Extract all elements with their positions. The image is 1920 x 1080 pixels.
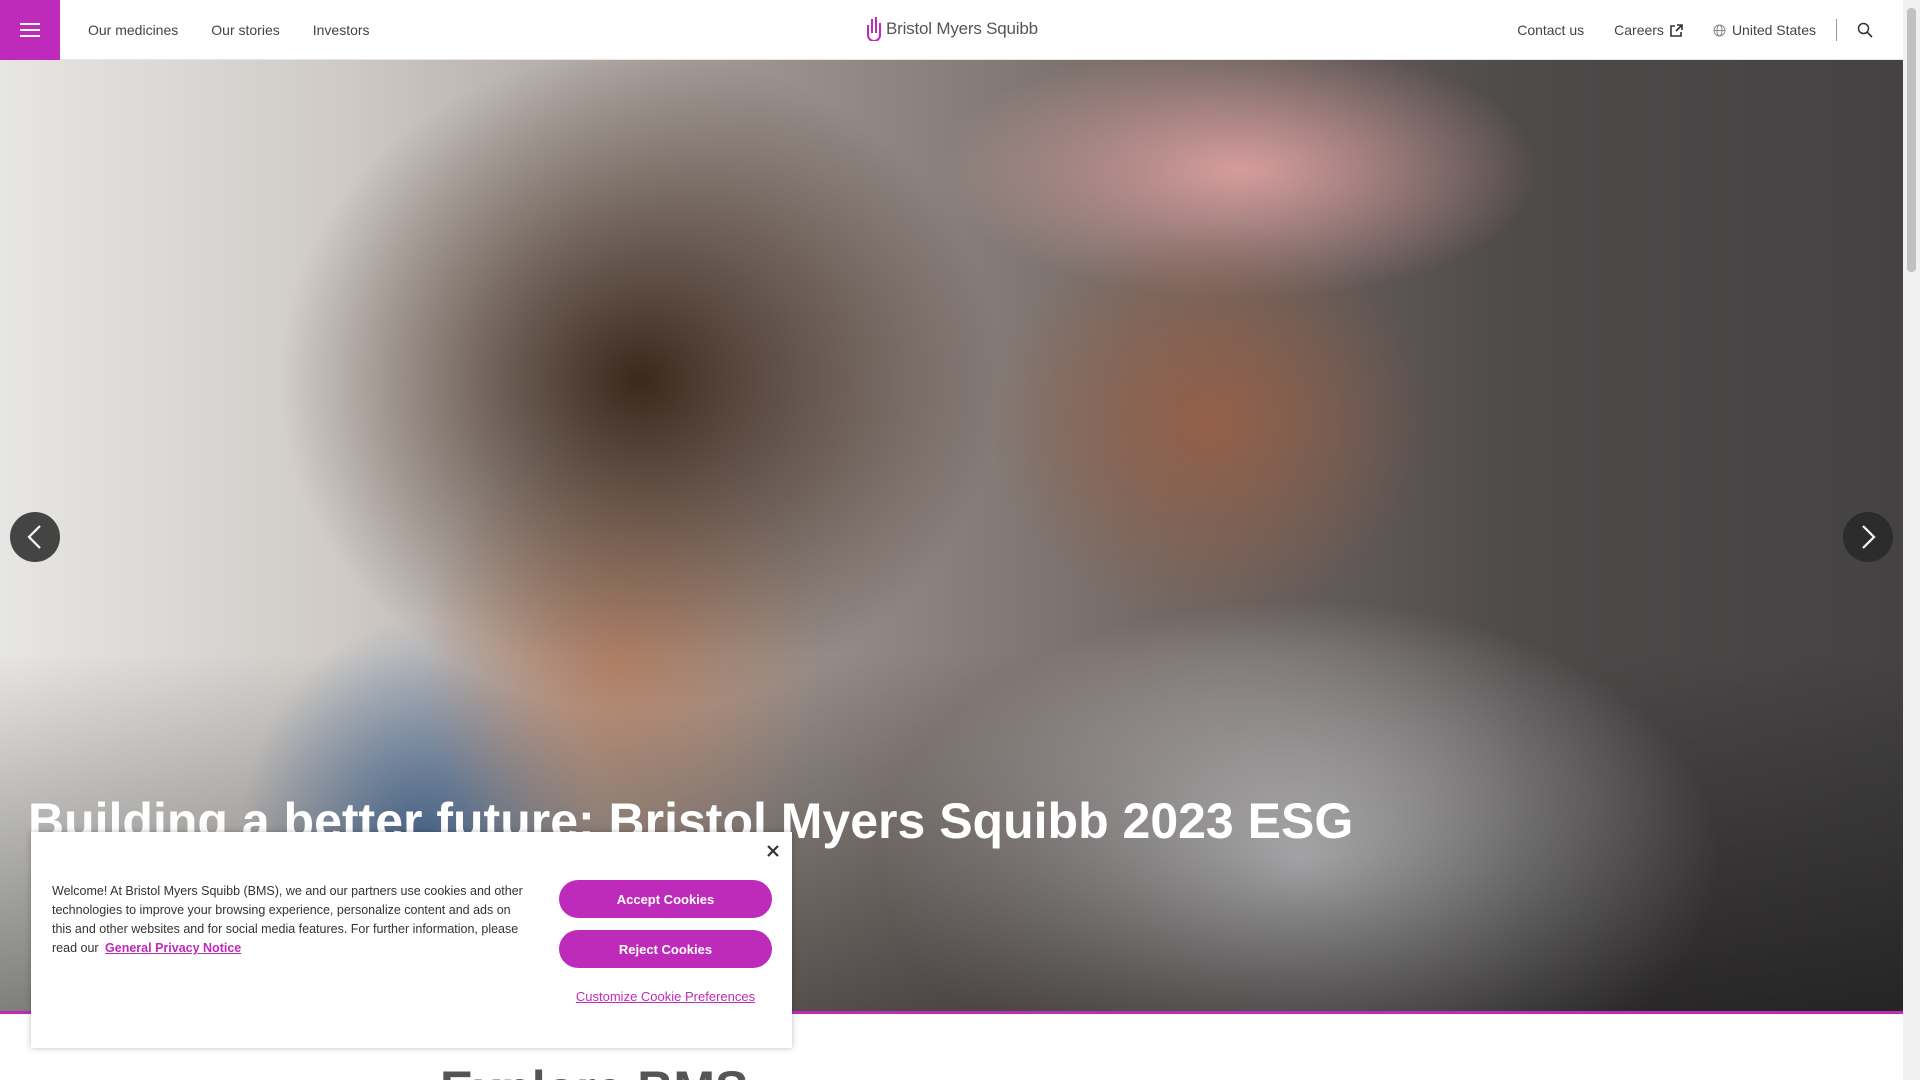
close-icon[interactable] — [766, 844, 780, 858]
logo-text: Bristol Myers Squibb — [886, 19, 1038, 38]
nav-divider — [1836, 19, 1837, 41]
reject-cookies-button[interactable]: Reject Cookies — [559, 930, 772, 968]
hamburger-icon — [20, 23, 40, 37]
nav-investors[interactable]: Investors — [313, 22, 370, 38]
region-label: United States — [1731, 22, 1816, 38]
nav-our-medicines[interactable]: Our medicines — [88, 22, 178, 38]
cookie-banner: Welcome! At Bristol Myers Squibb (BMS), … — [31, 832, 792, 1048]
accept-cookies-button[interactable]: Accept Cookies — [559, 880, 772, 918]
carousel-prev-button[interactable] — [10, 512, 60, 562]
nav-contact-us[interactable]: Contact us — [1517, 22, 1584, 38]
section-heading: Explore BMS — [440, 1060, 748, 1080]
page-scrollbar[interactable] — [1903, 0, 1920, 1080]
bms-logo-mark-icon — [867, 17, 881, 41]
cookie-message: Welcome! At Bristol Myers Squibb (BMS), … — [52, 882, 532, 958]
customize-cookie-preferences-link[interactable]: Customize Cookie Preferences — [559, 989, 772, 1004]
external-link-icon — [1670, 23, 1683, 37]
region-selector[interactable]: United States — [1713, 22, 1816, 38]
globe-icon — [1713, 24, 1726, 36]
search-icon[interactable] — [1857, 22, 1873, 38]
bms-logo[interactable]: Bristol Myers Squibb — [866, 14, 1038, 44]
chevron-right-icon — [1862, 525, 1876, 549]
carousel-next-button[interactable] — [1843, 512, 1893, 562]
privacy-notice-link[interactable]: General Privacy Notice — [105, 941, 241, 955]
utility-nav: Contact us Careers United States — [1487, 0, 1873, 60]
scrollbar-thumb[interactable] — [1907, 8, 1916, 272]
nav-our-stories[interactable]: Our stories — [211, 22, 279, 38]
site-header: Our medicines Our stories Investors Bris… — [0, 0, 1903, 60]
menu-button[interactable] — [0, 0, 60, 60]
nav-careers[interactable]: Careers — [1614, 22, 1683, 38]
contact-label: Contact us — [1517, 22, 1585, 38]
chevron-left-icon — [27, 525, 41, 549]
primary-nav: Our medicines Our stories Investors — [88, 0, 370, 60]
careers-label: Careers — [1614, 22, 1664, 38]
